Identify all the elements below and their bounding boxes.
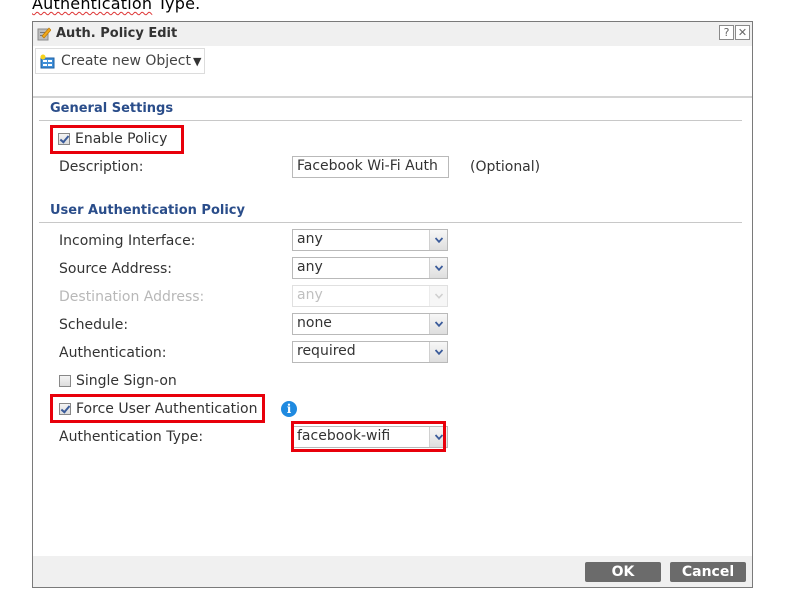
general-settings-heading: General Settings	[50, 101, 174, 116]
cancel-button[interactable]: Cancel	[670, 562, 746, 582]
description-input[interactable]: Facebook Wi-Fi Auth	[292, 156, 449, 178]
create-new-object-button[interactable]: Create new Object ▼	[35, 48, 206, 74]
destination-address-select: any	[292, 285, 448, 307]
single-sign-on-checkbox[interactable]	[59, 375, 71, 387]
description-label: Description:	[59, 159, 144, 175]
source-address-select[interactable]: any	[292, 257, 448, 279]
auth-policy-edit-dialog: Auth. Policy Edit ? ✕ Create new Object …	[32, 21, 753, 588]
schedule-label: Schedule:	[59, 317, 129, 333]
schedule-select[interactable]: none	[292, 313, 448, 335]
single-sign-on-label: Single Sign-on	[76, 373, 177, 389]
chevron-down-icon[interactable]	[429, 342, 447, 362]
dialog-footer: OK Cancel	[33, 556, 752, 587]
dialog-titlebar: Auth. Policy Edit ? ✕	[33, 22, 752, 46]
edit-pencil-icon	[37, 26, 52, 41]
info-icon[interactable]: i	[281, 401, 297, 417]
source-address-value: any	[297, 259, 323, 275]
chevron-down-icon[interactable]	[429, 258, 447, 278]
destination-address-label: Destination Address:	[59, 289, 205, 305]
dialog-toolbar: Create new Object ▼	[33, 46, 752, 98]
caption-word-type: Type.	[157, 0, 201, 13]
description-optional-hint: (Optional)	[470, 159, 541, 175]
toolbar-divider	[33, 96, 752, 98]
incoming-interface-value: any	[297, 231, 323, 247]
section-divider	[39, 120, 742, 121]
help-button[interactable]: ?	[719, 25, 734, 40]
section-divider	[39, 222, 742, 223]
ok-button[interactable]: OK	[585, 562, 661, 582]
caption-word-authentication: Authentication	[32, 0, 153, 13]
highlight-box	[50, 125, 184, 154]
chevron-down-icon	[429, 286, 447, 306]
new-object-icon	[40, 54, 55, 69]
authentication-value: required	[297, 343, 356, 359]
authentication-type-label: Authentication Type:	[59, 429, 204, 445]
incoming-interface-select[interactable]: any	[292, 229, 448, 251]
single-sign-on-checkbox-row[interactable]: Single Sign-on	[59, 373, 177, 389]
chevron-down-icon[interactable]	[429, 314, 447, 334]
dropdown-caret-icon: ▼	[192, 54, 202, 68]
highlight-box	[50, 394, 265, 423]
schedule-value: none	[297, 315, 332, 331]
create-new-object-label: Create new Object	[61, 53, 191, 69]
highlight-box	[291, 421, 446, 452]
user-authentication-policy-heading: User Authentication Policy	[50, 203, 245, 218]
authentication-label: Authentication:	[59, 345, 167, 361]
incoming-interface-label: Incoming Interface:	[59, 233, 196, 249]
close-button[interactable]: ✕	[735, 25, 750, 40]
source-address-label: Source Address:	[59, 261, 173, 277]
authentication-select[interactable]: required	[292, 341, 448, 363]
chevron-down-icon[interactable]	[429, 230, 447, 250]
document-caption: Authentication Type.	[32, 0, 200, 13]
destination-address-value: any	[297, 287, 323, 303]
dialog-title: Auth. Policy Edit	[56, 26, 178, 41]
